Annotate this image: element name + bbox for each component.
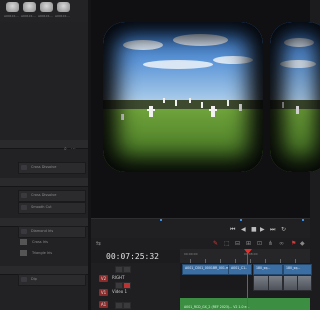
effect-label: Triangle Iris <box>32 251 53 255</box>
effects-section-header <box>0 178 88 187</box>
effect-item[interactable]: Smooth Cut <box>18 202 86 214</box>
audio-clip-label: A001_RCD_GX_2 (REF 2023)... V2 1.0 e... <box>184 305 250 309</box>
effect-label: Cross Dissolve <box>31 193 57 197</box>
clip-label: 180_sq... <box>256 266 271 270</box>
link-icon[interactable]: ∞ <box>279 240 284 247</box>
clip-thumbnail[interactable] <box>253 275 269 291</box>
stop-icon[interactable]: ■ <box>251 226 257 233</box>
clip-thumbnail[interactable] <box>23 2 36 12</box>
effect-item[interactable]: Diamond Iris <box>18 226 86 238</box>
transition-icon <box>21 205 27 210</box>
track-tag-a1[interactable]: A1 <box>99 301 108 308</box>
track-name: RIGHT <box>112 275 125 280</box>
video-tracks-area: A001_C001_0001BR_001.mov A001_C1... 180_… <box>180 263 312 291</box>
timeline-clip[interactable]: 180_sq... <box>253 264 283 275</box>
snap-icon[interactable]: ⋔ <box>268 240 273 247</box>
marker-dot <box>302 219 304 221</box>
flag-icon[interactable]: ⚑ <box>291 240 296 247</box>
more-options-icon[interactable]: ⋯ <box>71 146 76 152</box>
transport-bar <box>91 218 310 239</box>
clip-name: A001C1... <box>38 14 53 18</box>
effect-item[interactable]: Cross Iris <box>18 238 78 246</box>
effect-label: Cross Dissolve <box>31 165 57 169</box>
clip-label: A001_C001_0001BR_001.mov <box>185 266 233 270</box>
ruler-label: 00:00:00 <box>184 252 198 256</box>
skip-to-start-icon[interactable]: ⏮ <box>230 226 235 234</box>
effect-item[interactable]: Dip <box>18 274 86 286</box>
playhead[interactable] <box>247 249 248 310</box>
overwrite-icon[interactable]: ⊡ <box>257 240 262 247</box>
auto-select-icon[interactable] <box>123 266 131 273</box>
razor-icon[interactable]: ✎ <box>213 240 218 247</box>
diamond-icon <box>21 229 27 234</box>
effect-item[interactable]: Cross Dissolve <box>18 190 86 202</box>
solo-track-icon[interactable] <box>123 302 131 309</box>
timeline-options-icon[interactable]: ⇆ <box>96 240 101 247</box>
effect-label: Dip <box>31 277 37 281</box>
transition-icon <box>21 193 27 198</box>
effects-library-panel: ⌕ ⋯ Cross Dissolve Cross Dissolve Smooth… <box>0 22 88 310</box>
search-icon[interactable]: ⌕ <box>64 146 67 152</box>
timeline-clip[interactable]: A001_C001_0001BR_001.mov <box>182 264 233 275</box>
effect-label: Diamond Iris <box>31 229 54 233</box>
insert-icon[interactable]: ⊞ <box>246 240 251 247</box>
trim-icon[interactable]: ⊟ <box>235 240 240 247</box>
selection-icon[interactable]: ⬚ <box>224 240 230 247</box>
viewer-frame-left-eye <box>103 22 263 172</box>
marker-icon[interactable]: ◆ <box>300 240 305 247</box>
step-back-icon[interactable]: ◀ <box>241 226 246 233</box>
timeline-timecode: 00:07:25:32 <box>106 252 159 261</box>
effect-label: Smooth Cut <box>31 205 52 209</box>
skip-to-end-icon[interactable]: ⏭ <box>270 226 275 234</box>
clip-name: A001C1... <box>21 14 36 18</box>
clip-thumbnail[interactable] <box>297 275 312 291</box>
effect-item[interactable]: Triangle Iris <box>18 249 78 257</box>
track-tag-v2[interactable]: V2 <box>99 275 108 282</box>
viewer-frame-right-eye <box>270 22 320 172</box>
lock-track-icon[interactable] <box>115 266 123 273</box>
clip-name: A001C1... <box>4 14 19 18</box>
transition-icon <box>21 165 27 170</box>
clip-thumbnail[interactable] <box>268 275 283 291</box>
marker-dot <box>160 219 162 221</box>
clip-name: A001C1... <box>55 14 70 18</box>
effect-item[interactable]: Cross Dissolve <box>18 162 86 174</box>
timeline-clip[interactable]: 180_sq... <box>283 264 312 275</box>
track-name: Video 1 <box>112 289 128 294</box>
media-pool-strip: A001C1... A001C1... A001C1... A001C1... <box>0 0 95 22</box>
marker-dot <box>240 219 242 221</box>
playhead-handle[interactable] <box>244 249 252 254</box>
clip-label: 180_sq... <box>286 266 301 270</box>
loop-icon[interactable]: ↻ <box>281 226 286 233</box>
effect-label: Cross Iris <box>32 240 48 244</box>
mute-track-icon[interactable] <box>115 302 123 309</box>
cross-icon <box>20 239 27 245</box>
auto-select-icon[interactable] <box>123 282 131 289</box>
triangle-icon <box>20 250 27 256</box>
play-icon[interactable]: ▶ <box>260 226 265 233</box>
timeline-clip[interactable]: A001_C1... <box>228 264 252 275</box>
clip-thumbnail[interactable] <box>283 275 298 291</box>
clip-label: A001_C1... <box>231 266 249 270</box>
clip-thumbnail[interactable] <box>57 2 70 12</box>
transition-icon <box>21 277 27 282</box>
clip-thumbnail[interactable] <box>40 2 53 12</box>
track-tag-v1[interactable]: V1 <box>99 289 108 296</box>
clip-thumbnail[interactable] <box>6 2 19 12</box>
lock-track-icon[interactable] <box>115 282 123 289</box>
